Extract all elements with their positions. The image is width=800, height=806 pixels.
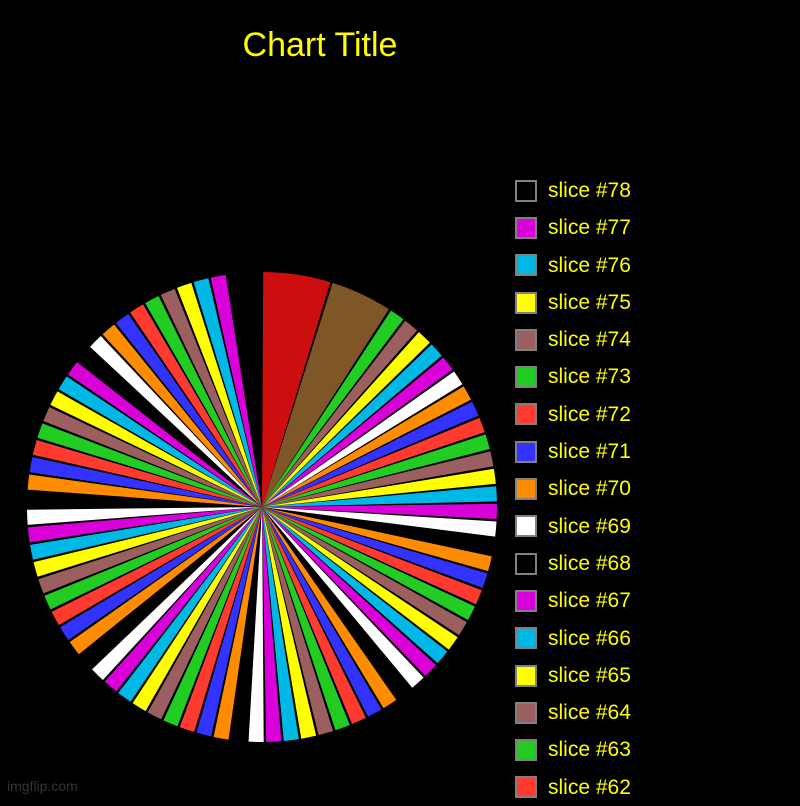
legend-item-label: slice #70 [548,477,631,501]
legend-item-label: slice #71 [548,440,631,464]
legend-item-label: slice #75 [548,290,631,314]
legend-color-swatch [515,328,537,351]
legend-color-swatch [515,664,537,687]
legend-item[interactable]: slice #73 [515,358,800,395]
legend-color-swatch [515,776,537,799]
legend-item-label: slice #65 [548,663,631,687]
legend-item-label: slice #67 [548,589,631,613]
legend-color-swatch [515,179,537,202]
legend-item[interactable]: slice #66 [515,620,800,657]
legend-item[interactable]: slice #74 [515,321,800,358]
legend-item-label: slice #73 [548,365,631,389]
legend-item-label: slice #66 [548,626,631,650]
legend-item-label: slice #63 [548,738,631,762]
legend-color-swatch [515,701,537,724]
legend-color-swatch [515,515,537,538]
legend-item-label: slice #62 [548,775,631,799]
legend-color-swatch [515,254,537,277]
legend-item[interactable]: slice #78 [515,172,800,209]
legend-item[interactable]: slice #67 [515,582,800,619]
imgflip-watermark: imgflip.com [7,778,78,794]
legend-color-swatch [515,403,537,426]
pie-chart-container: Chart Title slice #78 slice #77 slice #76 s… [0,0,800,800]
legend-item-label: slice #76 [548,253,631,277]
legend-item-label: slice #72 [548,402,631,426]
legend-item-label: slice #78 [548,179,631,202]
legend-color-swatch [515,366,537,389]
legend-item[interactable]: slice #69 [515,508,800,545]
legend-item[interactable]: slice #77 [515,209,800,246]
chart-legend: slice #78 slice #77 slice #76 slice #75 slic… [515,172,800,806]
legend-color-swatch [515,627,537,650]
legend-color-swatch [515,291,537,314]
legend-color-swatch [515,589,537,612]
legend-item[interactable]: slice #71 [515,433,800,470]
legend-item-label: slice #77 [548,216,631,240]
legend-item-label: slice #64 [548,701,631,725]
legend-item[interactable]: slice #65 [515,657,800,694]
legend-item[interactable]: slice #68 [515,545,800,582]
legend-color-swatch [515,440,537,463]
legend-color-swatch [515,552,537,575]
legend-item[interactable]: slice #63 [515,731,800,768]
legend-color-swatch [515,478,537,501]
legend-color-swatch [515,216,537,239]
legend-item[interactable]: slice #70 [515,470,800,507]
legend-item-label: slice #68 [548,551,631,575]
legend-item-label: slice #74 [548,328,631,352]
legend-item-label: slice #69 [548,514,631,538]
legend-item[interactable]: slice #76 [515,247,800,284]
legend-item[interactable]: slice #72 [515,396,800,433]
legend-item[interactable]: slice #64 [515,694,800,731]
legend-item[interactable]: slice #75 [515,284,800,321]
legend-color-swatch [515,739,537,762]
legend-item[interactable]: slice #62 [515,769,800,806]
